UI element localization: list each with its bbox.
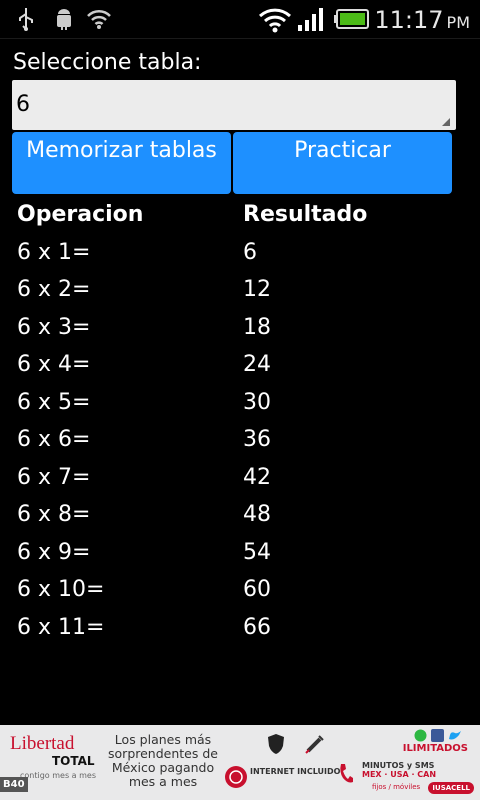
table-row: 6 x 6= 36 (0, 423, 480, 461)
ad-badge: B40 (0, 777, 28, 792)
phone-icon (340, 764, 353, 783)
result-cell: 18 (243, 314, 271, 340)
clock-time: 11:17 (374, 6, 444, 34)
table-select-value: 6 (16, 92, 30, 117)
ad-brand: Libertad (10, 733, 75, 754)
operation-cell: 6 x 1= (17, 239, 91, 265)
clock: 11:17 PM (374, 6, 470, 34)
select-table-label: Seleccione tabla: (13, 50, 202, 75)
table-row: 6 x 2= 12 (0, 273, 480, 311)
facebook-icon (431, 729, 444, 742)
result-cell: 60 (243, 577, 271, 602)
status-bar: 11:17 PM (0, 0, 480, 39)
cell-signal-icon (298, 8, 323, 31)
result-cell: 30 (243, 389, 271, 415)
globe-icon (225, 766, 247, 788)
ad-carrier-logo: IUSACELL (428, 782, 474, 794)
syringe-icon (305, 735, 324, 754)
ad-minutes-label: MINUTOS y SMS MEX · USA · CAN (362, 761, 436, 779)
wifi-icon (87, 9, 111, 29)
table-row: 6 x 1= 6 (0, 236, 480, 274)
table-row: 6 x 11= 66 (0, 611, 480, 649)
result-cell: 42 (243, 464, 271, 490)
ad-brand-sub: TOTAL (52, 754, 95, 768)
table-row: 6 x 8= 48 (0, 498, 480, 536)
result-cell: 54 (243, 539, 271, 565)
ad-promo-text: Los planes más sorprendentes de México p… (108, 732, 218, 789)
table-row: 6 x 5= 30 (0, 386, 480, 424)
android-debug-icon (57, 9, 71, 30)
usb-icon (19, 8, 33, 31)
operation-cell: 6 x 6= (17, 427, 91, 452)
header-result: Resultado (243, 202, 368, 227)
operation-cell: 6 x 4= (17, 352, 91, 377)
ad-minutes: MINUTOS y SMS (362, 761, 435, 770)
operation-cell: 6 x 5= (17, 389, 91, 415)
practice-button[interactable]: Practicar (233, 132, 452, 194)
table-select-dropdown[interactable]: 6 (12, 80, 456, 130)
ad-fixed-label: fijos / móviles (372, 783, 421, 791)
whatsapp-icon (414, 729, 427, 742)
clock-ampm: PM (446, 13, 470, 32)
dropdown-corner-icon (442, 118, 450, 126)
result-cell: 66 (243, 614, 271, 640)
table-row: 6 x 3= 18 (0, 311, 480, 349)
result-cell: 36 (243, 427, 271, 452)
multiplication-table: Operacion Resultado 6 x 1= 6 6 x 2= 12 6 x… (0, 198, 480, 648)
operation-cell: 6 x 9= (17, 539, 91, 565)
result-cell: 6 (243, 239, 257, 265)
operation-cell: 6 x 7= (17, 464, 91, 490)
ad-brand-tag: contigo mes a mes (20, 771, 96, 780)
operation-cell: 6 x 3= (17, 314, 91, 340)
operation-cell: 6 x 8= (17, 502, 91, 527)
ad-unlimited-label: ILIMITADOS (402, 743, 468, 754)
result-cell: 48 (243, 502, 271, 527)
battery-icon (334, 9, 369, 29)
table-row: 6 x 9= 54 (0, 536, 480, 574)
ad-internet-label: INTERNET INCLUIDO (250, 767, 341, 776)
wifi-signal-icon (258, 8, 292, 33)
table-row: 6 x 4= 24 (0, 348, 480, 386)
shield-icon (268, 734, 284, 754)
table-row: 6 x 10= 60 (0, 573, 480, 611)
twitter-icon (449, 731, 461, 740)
header-operation: Operacion (17, 202, 144, 227)
operation-cell: 6 x 10= (17, 577, 105, 602)
table-header-row: Operacion Resultado (0, 198, 480, 236)
memorize-tables-button[interactable]: Memorizar tablas (12, 132, 231, 194)
ad-banner[interactable]: Libertad TOTAL contigo mes a mes Los pla… (0, 725, 480, 800)
result-cell: 12 (243, 277, 271, 302)
operation-cell: 6 x 11= (17, 614, 105, 640)
ad-countries: MEX · USA · CAN (362, 770, 437, 779)
operation-cell: 6 x 2= (17, 277, 91, 302)
table-row: 6 x 7= 42 (0, 461, 480, 499)
result-cell: 24 (243, 352, 271, 377)
